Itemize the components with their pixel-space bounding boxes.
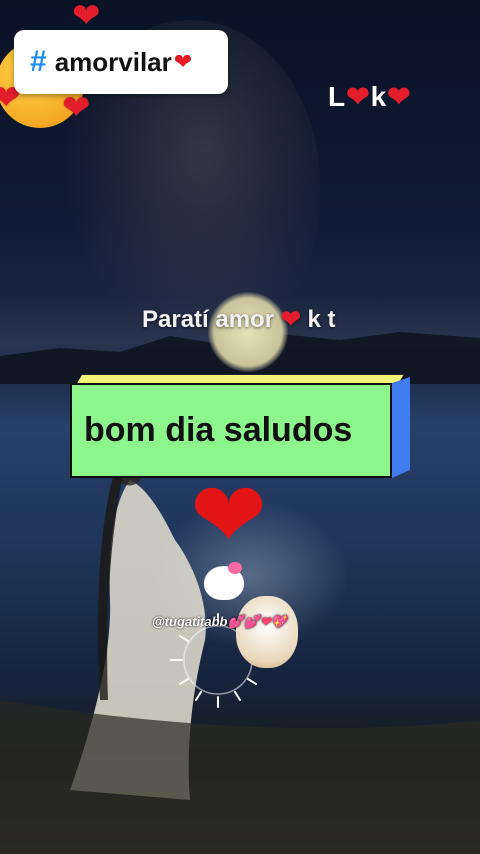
hashtag-text: amorvilar [54,46,172,77]
heart-icon: ❤ [173,49,193,74]
banner-text: bom dia saludos [84,411,353,449]
hello-kitty-bow [228,562,242,574]
hashtag-badge[interactable]: # amorvilar ❤ [14,30,228,94]
watermark-hearts: 💕💕❤💖 [227,614,287,629]
initial-l: L [328,81,347,112]
heart-icon: ❤ [190,465,268,567]
video-frame: ❤ ❤ ❤ # amorvilar ❤ L❤k❤ Paratí amor ❤ k… [0,0,480,854]
caption-text: Paratí amor ❤ k t [142,305,336,334]
banner-side-face [392,377,410,478]
heart-icon: ❤ [387,81,412,112]
heart-icon: ❤ [280,306,301,333]
profile-sticker [236,596,298,668]
watermark-text: @tugatitabb [152,614,228,629]
watermark-handle: @tugatitabb💕💕❤💖 [152,614,287,630]
hashtag-icon: # [30,45,47,78]
caption-main: Paratí amor [142,306,275,333]
banner-front-face: bom dia saludos [70,383,392,478]
initials-label: L❤k❤ [328,80,412,113]
heart-icon: ❤ [346,81,371,112]
heart-icon: ❤ [62,89,91,127]
caption-suffix: k t [307,306,336,333]
initial-k: k [370,81,388,112]
